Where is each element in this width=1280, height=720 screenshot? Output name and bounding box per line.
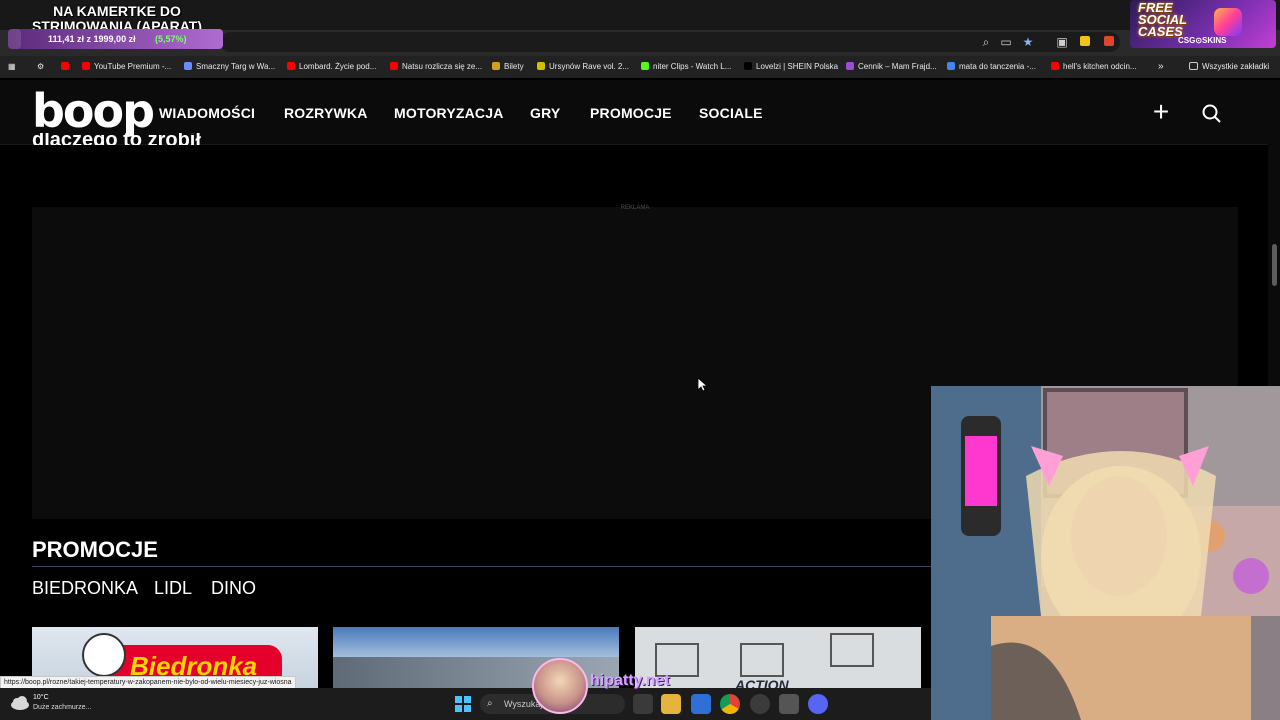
nav-item[interactable]: ROZRYWKA (284, 104, 368, 122)
bookmark-item[interactable]: Lovelzi | SHEIN Polska (744, 60, 838, 74)
bookmark-label: Smaczny Targ w Wa... (196, 62, 276, 71)
zoom-icon[interactable]: ⌕ (978, 34, 994, 50)
bookmark-favicon-icon (947, 62, 955, 70)
bookmark-label: Cennik – Mam Frajd... (858, 62, 937, 71)
bookmark-label: hell's kitchen odcin... (1063, 62, 1137, 71)
mouse-cursor-icon (697, 377, 709, 397)
donation-goal-percent: (5,57%) (155, 34, 187, 44)
bookmark-label: Lombard. Życie pod... (299, 62, 377, 71)
apps-grid-icon[interactable]: ▦ (8, 60, 16, 74)
store-icon[interactable] (691, 694, 711, 714)
bookmark-item[interactable]: YouTube Premium -... (82, 60, 171, 74)
bookmark-label: Ursynów Rave vol. 2... (549, 62, 630, 71)
watermark-avatar (532, 658, 588, 714)
bookmark-favicon-icon (744, 62, 752, 70)
section-divider (32, 566, 932, 567)
bookmark-label: Bilety (504, 62, 524, 71)
bookmark-favicon-icon (287, 62, 295, 70)
steam-icon[interactable] (750, 694, 770, 714)
bookmark-label: YouTube Premium -... (94, 62, 172, 71)
youtube-bookmark-icon[interactable] (61, 60, 73, 74)
file-explorer-icon[interactable] (661, 694, 681, 714)
bookmark-favicon-icon (82, 62, 90, 70)
instagram-icon (1214, 8, 1242, 36)
article-heading-cut[interactable]: dlaczego to zrobił (32, 133, 201, 145)
bookmark-item[interactable]: Bilety (492, 60, 524, 74)
bookmark-favicon-icon (390, 62, 398, 70)
bookmark-label: Lovelzi | SHEIN Polska (756, 62, 839, 71)
nav-item[interactable]: GRY (530, 104, 560, 122)
promo-card-dino[interactable]: ACTION (635, 627, 921, 689)
weather-description[interactable]: Duże zachmurze... (33, 704, 91, 711)
cast-icon[interactable]: ▭ (998, 34, 1014, 50)
donation-progress-fill (8, 29, 21, 49)
webcam-overlay (931, 386, 1280, 720)
donation-goal-text: 111,41 zł z 1999,00 zł (48, 34, 136, 44)
bookmark-item[interactable]: Lombard. Życie pod... (287, 60, 376, 74)
nav-item[interactable]: SOCIALE (699, 104, 763, 122)
category-lidl[interactable]: LIDL (154, 578, 192, 599)
bookmark-favicon-icon (492, 62, 500, 70)
donation-goal-bar: 111,41 zł z 1999,00 zł (5,57%) (8, 29, 223, 49)
nav-item[interactable]: PROMOCJE (590, 104, 672, 122)
search-icon[interactable] (1200, 102, 1224, 126)
ad-label: REKLAMA (620, 205, 650, 211)
category-dino[interactable]: DINO (211, 578, 256, 599)
bookmark-item[interactable]: Cennik – Mam Frajd... (846, 60, 937, 74)
category-biedronka[interactable]: BIEDRONKA (32, 578, 138, 599)
bookmark-item[interactable]: Natsu rozlicza się ze... (390, 60, 482, 74)
nav-item[interactable]: WIADOMOŚCI (159, 104, 255, 122)
nav-item[interactable]: MOTORYZACJA (394, 104, 504, 122)
bookmark-label: mata do tanczenia -... (959, 62, 1036, 71)
bookmark-item[interactable]: Smaczny Targ w Wa... (184, 60, 275, 74)
windows-start-icon[interactable] (455, 696, 471, 712)
bookmark-item[interactable]: hell's kitchen odcin... (1051, 60, 1137, 74)
more-bookmarks-button[interactable]: » (1158, 60, 1164, 74)
bookmark-label: niter Clips - Watch L... (653, 62, 732, 71)
bookmark-label: Natsu rozlicza się ze... (402, 62, 483, 71)
bookmark-item[interactable]: niter Clips - Watch L... (641, 60, 731, 74)
plus-button[interactable]: + (1150, 98, 1172, 126)
bookmark-favicon-icon (846, 62, 854, 70)
settings-bookmark-icon[interactable]: ⚙ (37, 60, 44, 74)
taskbar-search-icon: ⌕ (487, 698, 493, 709)
bookmark-item[interactable]: Ursynów Rave vol. 2... (537, 60, 629, 74)
watermark-text: hipatty.net (590, 672, 670, 689)
all-bookmarks-label: Wszystkie zakładki (1202, 62, 1270, 71)
all-bookmarks-folder[interactable]: Wszystkie zakładki (1189, 60, 1269, 74)
weather-temperature[interactable]: 10°C (33, 694, 49, 701)
promo-badge: FREE SOCIAL CASES CSG⊙SKINS (1130, 0, 1276, 48)
chrome-icon[interactable] (720, 694, 740, 714)
bookmark-favicon-icon (537, 62, 545, 70)
bookmark-item[interactable]: mata do tanczenia -... (947, 60, 1036, 74)
task-view-icon[interactable] (633, 694, 653, 714)
extension-icon[interactable]: ▣ (1054, 34, 1070, 50)
bookmark-favicon-icon (1051, 62, 1059, 70)
bookmark-favicon-icon (641, 62, 649, 70)
section-title: PROMOCJE (32, 537, 158, 562)
site-logo[interactable]: boop (32, 87, 155, 135)
extension-icon-yellow[interactable] (1077, 34, 1093, 50)
discord-icon[interactable] (808, 694, 828, 714)
promo-badge-text: FREE SOCIAL CASES (1138, 0, 1187, 39)
cloud-icon (10, 696, 30, 710)
bookmark-favicon-icon (184, 62, 192, 70)
settings-icon[interactable] (779, 694, 799, 714)
bookmark-star-icon[interactable]: ★ (1020, 34, 1036, 50)
scroll-thumb[interactable] (1272, 244, 1277, 286)
promo-badge-brand: CSG⊙SKINS (1178, 36, 1227, 45)
extension-icon-red[interactable] (1101, 34, 1117, 50)
